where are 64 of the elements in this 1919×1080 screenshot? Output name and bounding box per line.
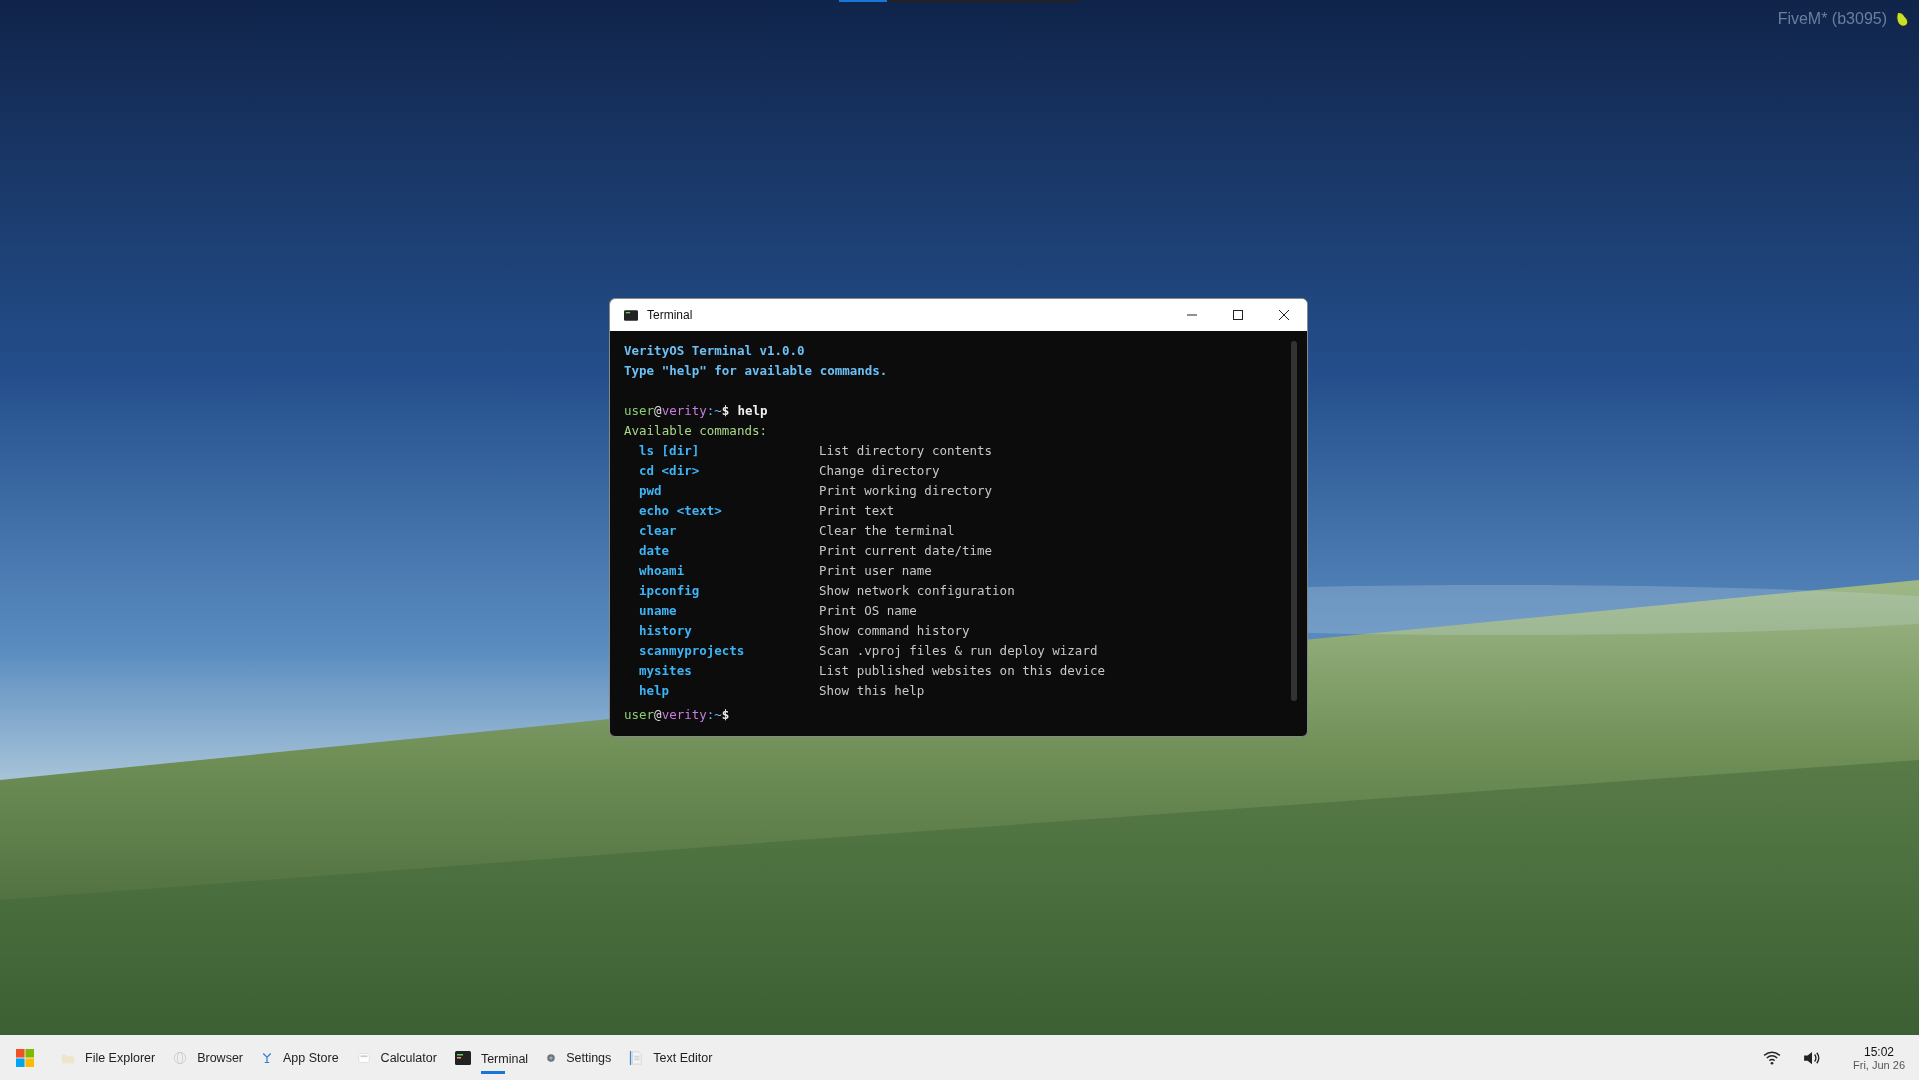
command-description: Show network configuration [819, 582, 1015, 600]
clock-date: Fri, Jun 26 [1853, 1058, 1905, 1071]
command-name: uname [639, 602, 678, 620]
prompt-separator: @ [654, 403, 662, 418]
terminal-line: Type "help" for available commands. [624, 362, 889, 380]
prompt-path: :~ [706, 403, 722, 418]
prompt-separator: @ [654, 707, 662, 722]
command-name: pwd [639, 482, 663, 500]
taskbar-app[interactable]: Settings [537, 1035, 621, 1080]
terminal-icon [454, 1050, 471, 1065]
command-description: Print user name [819, 562, 932, 580]
command-name: whoami [639, 562, 686, 580]
taskbar-app[interactable]: File Explorer [52, 1035, 165, 1080]
pear-icon [1893, 10, 1911, 28]
prompt-host: verity [661, 403, 707, 418]
command-description: Show command history [819, 622, 970, 640]
prompt-user: user [624, 707, 655, 722]
typed-command: help [737, 403, 768, 418]
prompt-host: verity [661, 707, 707, 722]
prompt-path: :~ [706, 707, 722, 722]
window-title: Terminal [647, 308, 693, 322]
terminal-line: VerityOS Terminal v1.0.0 [624, 342, 806, 360]
command-name: mysites [639, 662, 693, 680]
command-name: cd <dir> [639, 462, 701, 480]
command-name: ipconfig [639, 582, 701, 600]
taskbar-app[interactable]: Browser [164, 1035, 252, 1080]
command-name: date [639, 542, 671, 560]
command-name: echo <text> [639, 502, 723, 520]
taskbar-app[interactable]: Text Editor [620, 1035, 722, 1080]
prompt-user: user [624, 403, 655, 418]
build-label: FiveM* (b3095) [1777, 10, 1887, 28]
prompt-symbol: $ [721, 707, 730, 722]
close-icon [1279, 310, 1289, 320]
globe-icon [173, 1050, 188, 1065]
command-description: Print working directory [819, 482, 993, 500]
settings-icon [546, 1052, 557, 1063]
prompt-symbol: $ [721, 403, 730, 418]
start-icon[interactable] [16, 1048, 34, 1067]
command-description: List published websites on this device [819, 662, 1105, 680]
command-description: Scan .vproj files & run deploy wizard [819, 642, 1098, 660]
maximize-icon [1233, 310, 1243, 320]
taskbar-app[interactable]: App Store [252, 1035, 348, 1080]
command-name: clear [639, 522, 678, 540]
document-icon [629, 1049, 644, 1066]
command-description: Change directory [819, 462, 940, 480]
command-name: scanmyprojects [639, 642, 746, 660]
clock-time: 15:02 [1864, 1044, 1895, 1059]
volume-icon[interactable] [1803, 1050, 1822, 1065]
command-name: help [639, 682, 671, 700]
command-name: ls [dir] [639, 442, 701, 460]
command-name: history [639, 622, 693, 640]
terminal-line: Available commands: [624, 422, 768, 440]
command-description: Print text [819, 502, 895, 520]
taskbar-app[interactable]: Terminal [445, 1035, 538, 1080]
calculator-icon [356, 1050, 371, 1065]
command-description: List directory contents [819, 442, 993, 460]
terminal-icon [624, 309, 638, 321]
command-description: Clear the terminal [819, 522, 955, 540]
taskbar-app[interactable]: Calculator [347, 1035, 446, 1080]
wifi-icon[interactable] [1763, 1050, 1782, 1065]
command-description: Print OS name [819, 602, 917, 620]
command-description: Print current date/time [819, 542, 993, 560]
scrollbar[interactable] [1291, 341, 1297, 701]
command-description: Show this help [819, 682, 925, 700]
